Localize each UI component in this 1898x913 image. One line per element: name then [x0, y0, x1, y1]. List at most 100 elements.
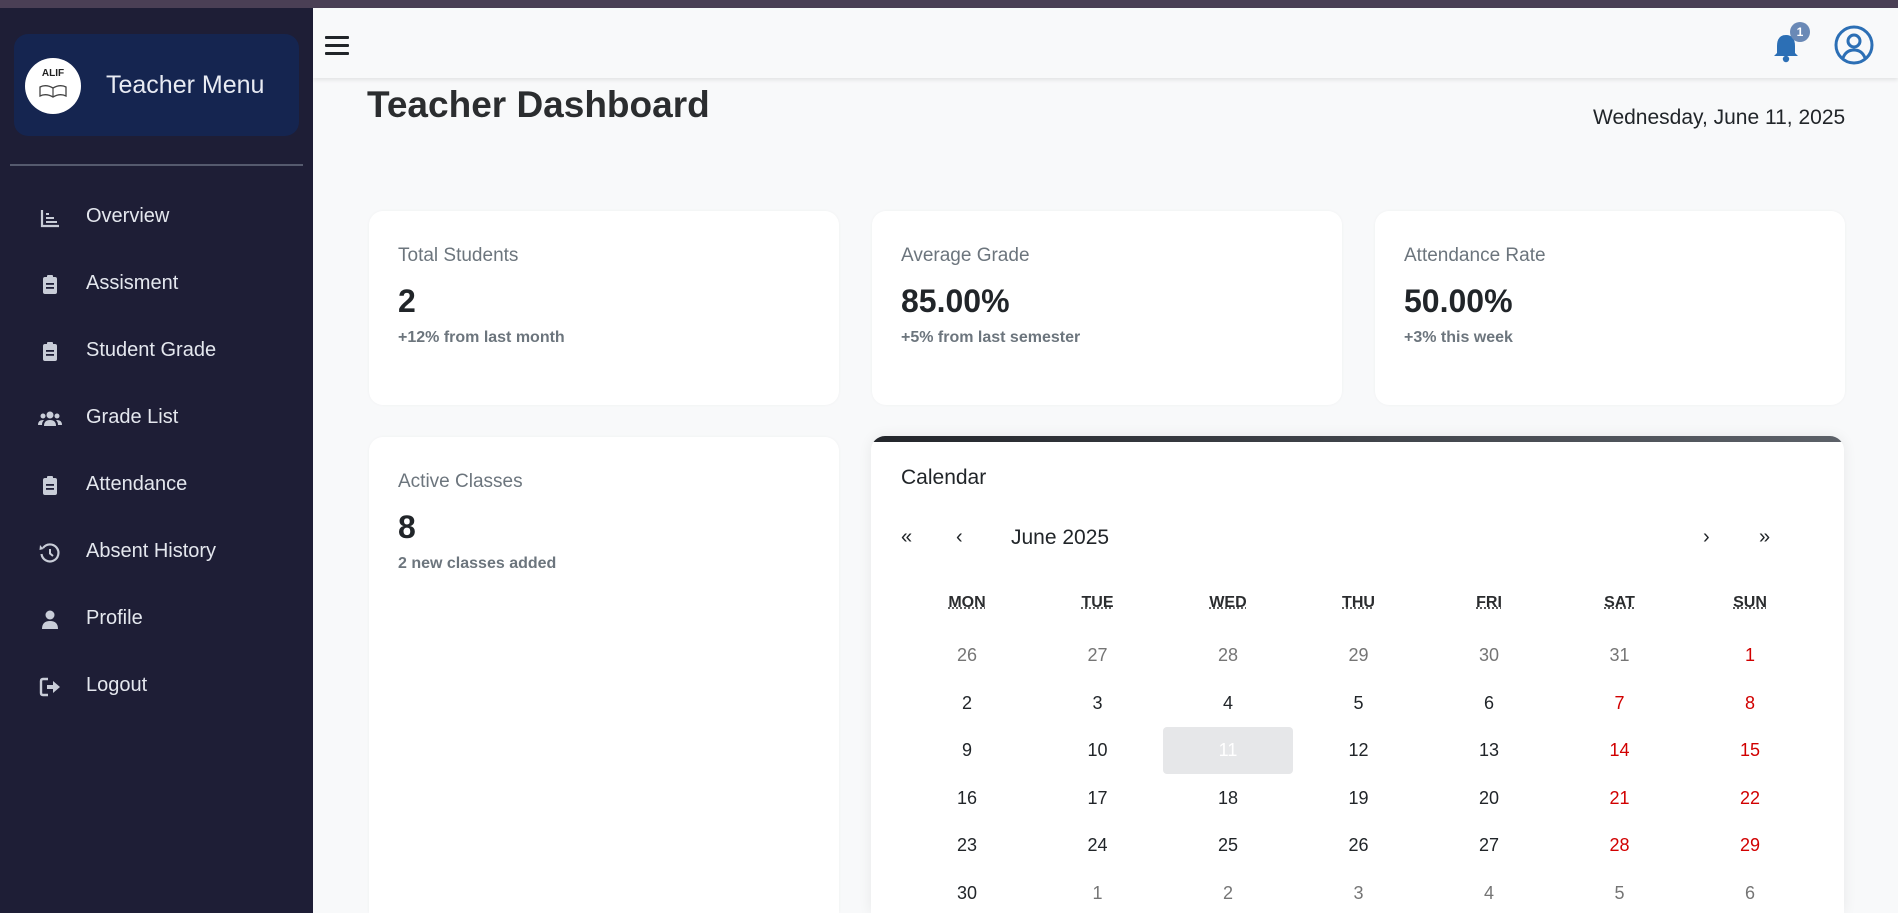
calendar-day[interactable]: 31 [1555, 632, 1685, 679]
calendar-day[interactable]: 30 [1424, 632, 1554, 679]
stat-value: 85.00% [901, 283, 1010, 319]
weekday-header: SAT [1604, 594, 1635, 611]
stat-value: 8 [398, 509, 416, 545]
calendar-card: Calendar « ‹ June 2025 › » MON TUE WED THU F… [871, 436, 1844, 913]
sidebar-item-attendance[interactable]: Attendance [0, 459, 313, 509]
sidebar-item-label: Grade List [86, 406, 179, 428]
calendar-day[interactable]: 5 [1294, 680, 1424, 727]
stat-value: 50.00% [1404, 283, 1513, 319]
calendar-day[interactable]: 3 [1033, 680, 1163, 727]
user-icon [42, 610, 58, 629]
calendar-day[interactable]: 8 [1685, 680, 1815, 727]
calendar-day[interactable]: 4 [1163, 680, 1293, 727]
sidebar-item-overview[interactable]: Overview [0, 191, 313, 241]
sidebar-item-label: Attendance [86, 473, 188, 495]
calendar-day[interactable]: 29 [1294, 632, 1424, 679]
calendar-title: Calendar [901, 466, 987, 489]
calendar-day[interactable]: 10 [1033, 727, 1163, 774]
calendar-day[interactable]: 27 [1033, 632, 1163, 679]
clipboard-icon [43, 342, 57, 361]
calendar-day[interactable]: 21 [1555, 775, 1685, 822]
weekday-header: THU [1342, 594, 1375, 611]
stat-card-average-grade: Average Grade 85.00% +5% from last semes… [872, 211, 1342, 405]
calendar-day[interactable]: 20 [1424, 775, 1554, 822]
brand-logo-text: ALIF [41, 68, 65, 79]
calendar-day[interactable]: 6 [1685, 870, 1815, 913]
weekday-header: FRI [1476, 594, 1502, 611]
sidebar-item-absent-history[interactable]: Absent History [0, 526, 313, 576]
calendar-day[interactable]: 30 [902, 870, 1032, 913]
stat-subtext: +3% this week [1404, 329, 1513, 346]
stat-label: Attendance Rate [1404, 245, 1546, 266]
calendar-day[interactable]: 18 [1163, 775, 1293, 822]
calendar-day[interactable]: 16 [902, 775, 1032, 822]
calendar-day[interactable]: 13 [1424, 727, 1554, 774]
sidebar-item-label: Logout [86, 674, 148, 696]
calendar-day[interactable]: 26 [902, 632, 1032, 679]
calendar-day[interactable]: 25 [1163, 822, 1293, 869]
brand-logo: ALIF [25, 58, 81, 114]
sidebar: ALIF Teacher Menu Overview Assisment Stu… [0, 8, 313, 913]
stat-subtext: +12% from last month [398, 329, 565, 346]
stat-label: Average Grade [901, 245, 1030, 266]
calendar-day[interactable]: 1 [1685, 632, 1815, 679]
calendar-day[interactable]: 1 [1033, 870, 1163, 913]
calendar-day[interactable]: 5 [1555, 870, 1685, 913]
stat-subtext: +5% from last semester [901, 329, 1081, 346]
sidebar-item-logout[interactable]: Logout [0, 660, 313, 710]
prev-month-button[interactable]: ‹ [956, 526, 963, 549]
calendar-day[interactable]: 9 [902, 727, 1032, 774]
sidebar-item-student-grade[interactable]: Student Grade [0, 325, 313, 375]
next-month-button[interactable]: › [1703, 526, 1710, 549]
calendar-day[interactable]: 28 [1163, 632, 1293, 679]
calendar-day[interactable]: 28 [1555, 822, 1685, 869]
sidebar-item-profile[interactable]: Profile [0, 593, 313, 643]
stat-value: 2 [398, 283, 416, 319]
clipboard-icon [43, 275, 57, 294]
notification-badge: 1 [1790, 22, 1810, 42]
calendar-day[interactable]: 22 [1685, 775, 1815, 822]
calendar-day[interactable]: 24 [1033, 822, 1163, 869]
calendar-day[interactable]: 23 [902, 822, 1032, 869]
user-circle-icon[interactable] [1833, 24, 1875, 66]
calendar-day[interactable]: 17 [1033, 775, 1163, 822]
calendar-day[interactable]: 12 [1294, 727, 1424, 774]
calendar-day[interactable]: 6 [1424, 680, 1554, 727]
calendar-day[interactable]: 7 [1555, 680, 1685, 727]
calendar-day[interactable]: 2 [902, 680, 1032, 727]
stat-card-active-classes: Active Classes 8 2 new classes added [369, 437, 839, 913]
calendar-day[interactable]: 29 [1685, 822, 1815, 869]
calendar-month-label[interactable]: June 2025 [1011, 526, 1109, 550]
calendar-day[interactable]: 2 [1163, 870, 1293, 913]
stat-label: Active Classes [398, 471, 523, 492]
calendar-day[interactable]: 19 [1294, 775, 1424, 822]
sidebar-item-label: Overview [86, 205, 170, 227]
sidebar-item-assisment[interactable]: Assisment [0, 258, 313, 308]
stat-label: Total Students [398, 245, 519, 266]
calendar-day[interactable]: 15 [1685, 727, 1815, 774]
window-top-strip [0, 0, 1898, 8]
sidebar-item-label: Assisment [86, 272, 179, 294]
calendar-day[interactable]: 27 [1424, 822, 1554, 869]
history-icon [39, 543, 60, 563]
calendar-accent-bar [871, 436, 1844, 442]
hamburger-icon[interactable] [325, 36, 349, 58]
prev-year-button[interactable]: « [901, 526, 912, 549]
stat-subtext: 2 new classes added [398, 555, 557, 572]
stat-card-total-students: Total Students 2 +12% from last month [369, 211, 839, 405]
sidebar-item-grade-list[interactable]: Grade List [0, 392, 313, 442]
top-navbar: 1 [313, 8, 1898, 78]
book-icon [39, 85, 67, 98]
calendar-day[interactable]: 3 [1294, 870, 1424, 913]
calendar-day[interactable]: 14 [1555, 727, 1685, 774]
users-icon [38, 411, 62, 426]
current-date: Wednesday, June 11, 2025 [1593, 106, 1846, 129]
calendar-day[interactable]: 26 [1294, 822, 1424, 869]
calendar-day[interactable]: 4 [1424, 870, 1554, 913]
sidebar-brand[interactable]: ALIF Teacher Menu [14, 34, 299, 136]
calendar-day[interactable]: 11 [1163, 727, 1293, 774]
weekday-header: MON [948, 594, 986, 611]
weekday-header: TUE [1081, 594, 1114, 611]
sidebar-title: Teacher Menu [106, 71, 265, 99]
next-year-button[interactable]: » [1759, 526, 1770, 549]
